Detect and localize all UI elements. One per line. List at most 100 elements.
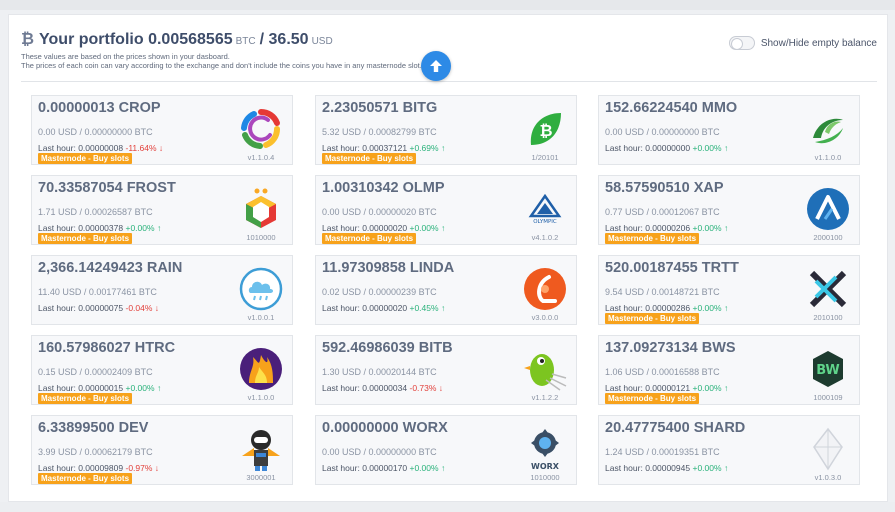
olympic-logo-icon: OLYMPIC (522, 186, 568, 232)
title-separator: / (259, 31, 265, 48)
coin-card[interactable]: 137.09273134 BWS 1.06 USD / 0.00016588 BT… (598, 335, 860, 405)
last-hour-row: Last hour: 0.00000000 +0.00% ↑ (605, 143, 728, 153)
masternode-buy-slots-button[interactable]: Masternode - Buy slots (322, 153, 417, 164)
coin-card[interactable]: 1.00310342 OLMP 0.00 USD / 0.00000020 BTC… (315, 175, 577, 245)
coin-balance: 592.46986039 BITB (322, 340, 453, 356)
btc-unit: BTC (235, 36, 256, 47)
last-hour-value: 0.00000170 (362, 463, 408, 473)
masternode-buy-slots-button[interactable]: Masternode - Buy slots (605, 233, 700, 244)
last-hour-label: Last hour: (322, 303, 360, 313)
dev-astronaut-logo-icon (238, 426, 284, 472)
linda-logo-icon (522, 266, 568, 312)
bitg-leaf-logo-icon: ₿ (522, 106, 568, 152)
arrow-up-icon: ↑ (723, 303, 729, 313)
last-hour-row: Last hour: 0.00000034 -0.73% ↓ (322, 383, 443, 393)
empty-balance-toggle[interactable]: Show/Hide empty balance (728, 36, 877, 50)
arrow-up-icon: ↑ (723, 463, 729, 473)
coin-balance: 160.57986027 HTRC (38, 340, 176, 356)
last-hour-value: 0.00009809 (78, 463, 124, 473)
shard-crystal-logo-icon (805, 426, 851, 472)
toggle-switch[interactable] (728, 36, 755, 50)
last-hour-value: 0.00000008 (78, 143, 124, 153)
last-hour-label: Last hour: (322, 143, 360, 153)
bottom-strip (0, 502, 895, 512)
masternode-buy-slots-button[interactable]: Masternode - Buy slots (38, 473, 133, 484)
wallet-version: v4.1.0.2 (531, 233, 559, 242)
frost-hexagon-logo-icon (238, 186, 284, 232)
masternode-buy-slots-button[interactable]: Masternode - Buy slots (322, 233, 417, 244)
coin-card[interactable]: 20.47775400 SHARD 1.24 USD / 0.00019351 B… (598, 415, 860, 485)
crop-logo-icon (238, 106, 284, 152)
last-hour-row: Last hour: 0.00000008 -11.64% ↓ (38, 143, 163, 153)
masternode-buy-slots-button[interactable]: Masternode - Buy slots (38, 153, 133, 164)
coin-balance: 58.57590510 XAP (605, 180, 724, 196)
wallet-version: v1.1.2.2 (531, 393, 559, 402)
change-percent: +0.00% (692, 223, 722, 233)
mmo-logo-icon (805, 106, 851, 152)
change-percent: +0.00% (125, 223, 155, 233)
page-title: ₿ Your portfolio 0.00568565 BTC/ 36.50 USD (21, 31, 422, 49)
masternode-buy-slots-button[interactable]: Masternode - Buy slots (605, 393, 700, 404)
last-hour-label: Last hour: (605, 223, 643, 233)
coin-card[interactable]: 58.57590510 XAP 0.77 USD / 0.00012067 BTC… (598, 175, 860, 245)
last-hour-label: Last hour: (322, 223, 360, 233)
coin-card[interactable]: 0.00000013 CROP 0.00 USD / 0.00000000 BTC… (31, 95, 293, 165)
coin-balance: 1.00310342 OLMP (322, 180, 445, 196)
coin-balance: 152.66224540 MMO (605, 100, 738, 116)
coin-card[interactable]: 11.97309858 LINDA 0.02 USD / 0.00000239 B… (315, 255, 577, 325)
coin-card[interactable]: 520.00187455 TRTT 9.54 USD / 0.00148721 B… (598, 255, 860, 325)
last-hour-label: Last hour: (38, 463, 76, 473)
coin-balance: 2.23050571 BITG (322, 100, 438, 116)
coin-value: 0.15 USD / 0.00002409 BTC (38, 367, 153, 377)
wallet-version: v1.0.0.1 (247, 313, 275, 322)
last-hour-row: Last hour: 0.00000170 +0.00% ↑ (322, 463, 445, 473)
masternode-buy-slots-button[interactable]: Masternode - Buy slots (605, 313, 700, 324)
coin-card[interactable]: 152.66224540 MMO 0.00 USD / 0.00000000 BT… (598, 95, 860, 165)
last-hour-label: Last hour: (322, 463, 360, 473)
wallet-version: v1.1.0.0 (247, 393, 275, 402)
change-percent: +0.00% (409, 223, 439, 233)
coin-value: 0.00 USD / 0.00000000 BTC (38, 127, 153, 137)
coin-balance: 70.33587054 FROST (38, 180, 176, 196)
last-hour-row: Last hour: 0.00009809 -0.97% ↓ (38, 463, 159, 473)
last-hour-value: 0.00000075 (78, 303, 124, 313)
coin-balance: 11.97309858 LINDA (322, 260, 455, 276)
xap-logo-icon (805, 186, 851, 232)
price-note-1: These values are based on the prices sho… (21, 52, 230, 61)
price-note-2: The prices of each coin can vary accordi… (21, 61, 422, 70)
masternode-buy-slots-button[interactable]: Masternode - Buy slots (38, 233, 133, 244)
last-hour-label: Last hour: (605, 303, 643, 313)
trtt-cross-logo-icon (805, 266, 851, 312)
change-percent: +0.00% (692, 303, 722, 313)
coin-value: 1.71 USD / 0.00026587 BTC (38, 207, 153, 217)
coin-balance: 2,366.14249423 RAIN (38, 260, 183, 276)
masternode-buy-slots-button[interactable]: Masternode - Buy slots (38, 393, 133, 404)
portfolio-panel: ₿ Your portfolio 0.00568565 BTC/ 36.50 USD… (8, 14, 888, 502)
last-hour-value: 0.00000000 (645, 143, 691, 153)
coin-card[interactable]: 160.57986027 HTRC 0.15 USD / 0.00002409 B… (31, 335, 293, 405)
coin-balance: 0.00000000 WORX (322, 420, 448, 436)
coin-card[interactable]: 2,366.14249423 RAIN 11.40 USD / 0.0017746… (31, 255, 293, 325)
last-hour-row: Last hour: 0.00000378 +0.00% ↑ (38, 223, 161, 233)
scroll-to-top-button[interactable] (421, 51, 451, 81)
svg-text:BW: BW (816, 363, 840, 378)
coin-value: 1.30 USD / 0.00020144 BTC (322, 367, 437, 377)
change-percent: -0.73% (409, 383, 437, 393)
top-strip (0, 0, 895, 10)
coin-card[interactable]: 592.46986039 BITB 1.30 USD / 0.00020144 B… (315, 335, 577, 405)
last-hour-value: 0.00000945 (645, 463, 691, 473)
btc-total: 0.00568565 (148, 31, 233, 48)
bws-logo-icon: BW (805, 346, 851, 392)
arrow-down-icon: ↓ (438, 383, 444, 393)
coin-card[interactable]: 2.23050571 BITG 5.32 USD / 0.00082799 BTC… (315, 95, 577, 165)
last-hour-label: Last hour: (38, 143, 76, 153)
coin-card[interactable]: 0.00000000 WORX 0.00 USD / 0.00000000 BTC… (315, 415, 577, 485)
bitcoin-icon: ₿ (21, 31, 35, 48)
change-percent: -0.04% (125, 303, 153, 313)
coin-card[interactable]: 6.33899500 DEV 3.99 USD / 0.00062179 BTC L… (31, 415, 293, 485)
last-hour-value: 0.00000020 (362, 303, 408, 313)
coin-card[interactable]: 70.33587054 FROST 1.71 USD / 0.00026587 B… (31, 175, 293, 245)
coin-value: 0.00 USD / 0.00000000 BTC (605, 127, 720, 137)
wallet-version: 2010100 (813, 313, 843, 322)
arrow-up-icon (430, 60, 442, 72)
